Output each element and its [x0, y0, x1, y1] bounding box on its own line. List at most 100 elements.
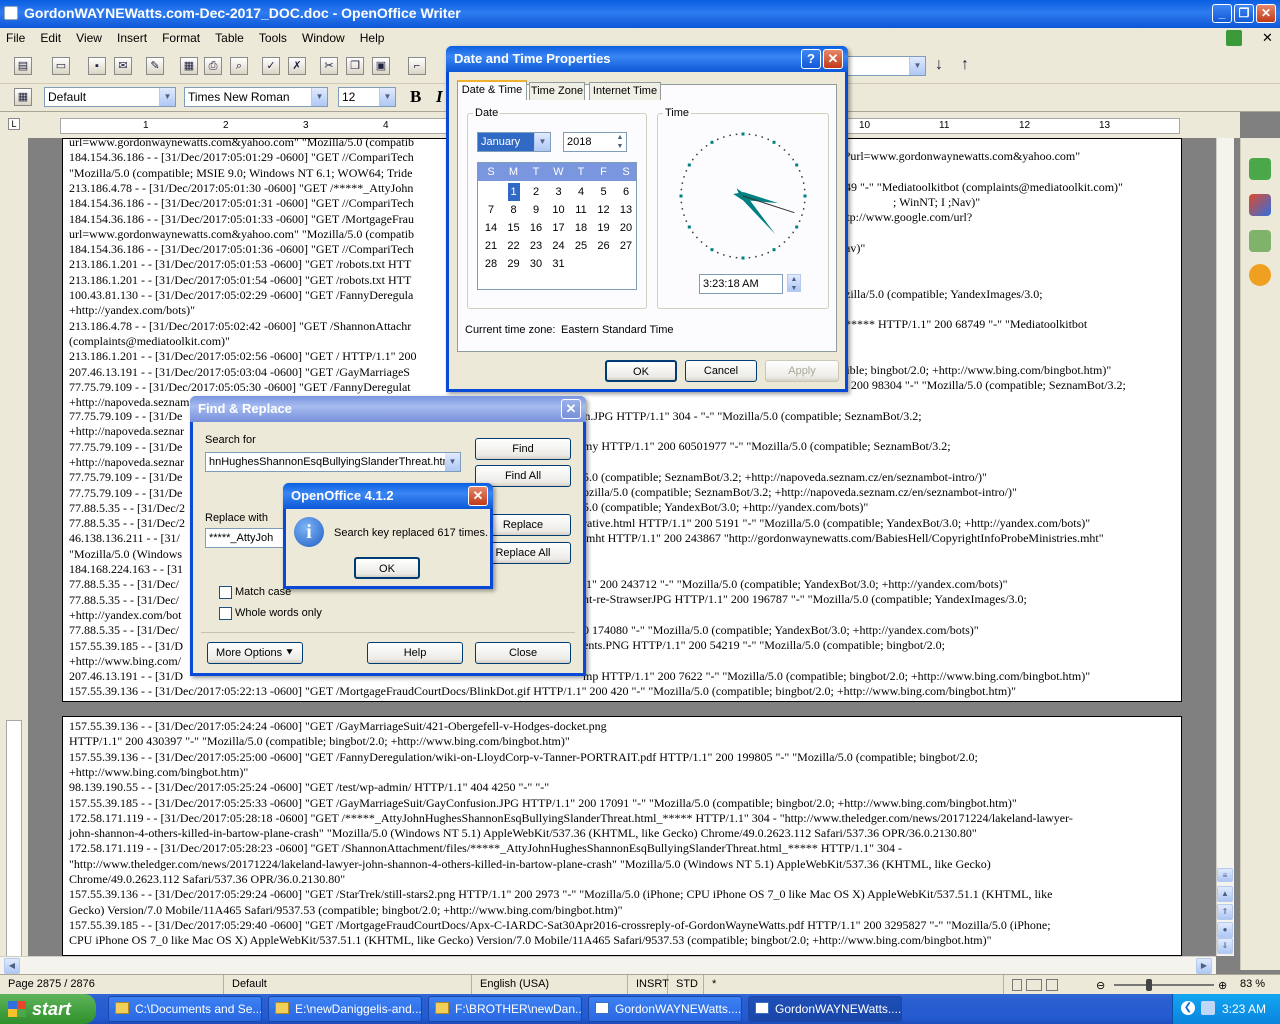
calendar-day[interactable]: 11 [570, 201, 592, 219]
format-paintbrush-icon[interactable]: ⌐ [408, 57, 426, 75]
page-count[interactable]: Page 2875 / 2876 [0, 975, 224, 995]
menu-window[interactable]: Window [296, 28, 351, 48]
spinner-arrows-icon[interactable]: ▲ ▼ [614, 133, 626, 151]
scroll-up-arrow-icon[interactable]: ▲ [1217, 886, 1233, 902]
styles-formatting-icon[interactable]: ▦ [14, 88, 32, 106]
tab-internet-time[interactable]: Internet Time [589, 82, 661, 100]
find-toolbar-combo[interactable]: ▼ [846, 56, 926, 76]
calendar-day[interactable]: 20 [615, 219, 637, 237]
close-document-icon[interactable]: ✕ [1262, 30, 1273, 46]
language-status[interactable]: English (USA) [472, 975, 628, 995]
calendar-day[interactable]: 24 [548, 237, 570, 255]
calendar-day[interactable]: 31 [548, 255, 570, 273]
font-size-combo[interactable]: 12 ▼ [338, 87, 396, 107]
close-button[interactable]: Close [475, 642, 571, 664]
calendar-day[interactable]: 12 [593, 201, 615, 219]
calendar-day[interactable]: 26 [593, 237, 615, 255]
chevron-down-icon[interactable]: ▼ [379, 88, 395, 106]
calendar-day[interactable]: 25 [570, 237, 592, 255]
chevron-down-icon[interactable]: ▼ [534, 133, 550, 151]
network-icon[interactable] [1201, 1001, 1215, 1015]
menu-file[interactable]: File [0, 28, 31, 48]
dialog-close-button[interactable]: ✕ [561, 399, 581, 419]
calendar-day[interactable]: 19 [593, 219, 615, 237]
calendar-day[interactable]: 13 [615, 201, 637, 219]
navigator-icon[interactable]: ● [1217, 922, 1233, 938]
italic-button[interactable]: I [436, 87, 443, 107]
bold-button[interactable]: B [410, 87, 421, 107]
gallery-icon[interactable] [1249, 230, 1271, 252]
cancel-button[interactable]: Cancel [685, 360, 757, 382]
calendar-day[interactable]: 21 [480, 237, 502, 255]
zoom-slider[interactable]: ⊖ ⊕ [1096, 977, 1232, 993]
calendar-day[interactable]: 3 [548, 183, 570, 201]
scroll-left-arrow-icon[interactable]: ◀ [4, 958, 20, 974]
save-icon[interactable]: ▪ [88, 57, 106, 75]
zoom-level[interactable]: 83 % [1240, 975, 1265, 994]
calendar-day[interactable]: 29 [503, 255, 525, 273]
document-page[interactable]: 157.55.39.136 - - [31/Dec/2017:05:24:24 … [62, 716, 1182, 956]
chevron-down-icon[interactable]: ▼ [445, 453, 460, 471]
calendar-day[interactable]: 28 [480, 255, 502, 273]
tab-time-zone[interactable]: Time Zone [529, 82, 585, 100]
scroll-right-arrow-icon[interactable]: ▶ [1196, 958, 1212, 974]
system-clock[interactable]: 3:23 AM [1222, 1002, 1266, 1016]
maximize-button[interactable]: ❐ [1234, 4, 1254, 23]
calendar-day[interactable]: 18 [570, 219, 592, 237]
menu-view[interactable]: View [70, 28, 108, 48]
taskbar-item-writer[interactable]: GordonWAYNEWatts.... [588, 996, 742, 1022]
open-folder-icon[interactable]: ▭ [52, 57, 70, 75]
calendar-day[interactable]: 10 [548, 201, 570, 219]
tab-date-time[interactable]: Date & Time [457, 80, 527, 100]
chevron-down-icon[interactable]: ▼ [311, 88, 327, 106]
calendar-day[interactable]: 4 [570, 183, 592, 201]
paste-icon[interactable]: ▣ [372, 57, 390, 75]
taskbar-item-explorer-3[interactable]: F:\BROTHER\newDan... [428, 996, 582, 1022]
scroll-thumb[interactable]: ≡ [1217, 868, 1233, 882]
copy-icon[interactable]: ❐ [346, 57, 364, 75]
search-input[interactable]: hnHughesShannonEsqBullyingSlanderThreat.… [205, 452, 461, 472]
calendar-day[interactable]: 1 [507, 183, 520, 201]
menu-edit[interactable]: Edit [34, 28, 67, 48]
chevron-down-icon[interactable]: ▼ [909, 57, 925, 75]
page-style[interactable]: Default [224, 975, 472, 995]
view-layout-icon[interactable] [1012, 979, 1064, 991]
calendar-day[interactable]: 14 [480, 219, 502, 237]
print-preview-icon[interactable]: ⌕ [230, 57, 248, 75]
minimize-button[interactable]: _ [1212, 4, 1232, 23]
find-next-arrow-icon[interactable]: ↓ [930, 57, 948, 75]
time-input[interactable]: 3:23:18 AM [699, 274, 783, 294]
menu-insert[interactable]: Insert [111, 28, 153, 48]
vertical-scrollbar[interactable]: ≡ ▲ ⇑ ● ⇓ [1216, 138, 1234, 956]
navigator-compass-icon[interactable] [1249, 264, 1271, 286]
properties-icon[interactable] [1249, 158, 1271, 180]
apply-button[interactable]: Apply [765, 360, 839, 382]
calendar-day[interactable]: 27 [615, 237, 637, 255]
calendar-day[interactable]: 9 [525, 201, 547, 219]
edit-mode-icon[interactable]: ✎ [146, 57, 164, 75]
whole-words-checkbox[interactable] [219, 607, 232, 620]
calendar-day[interactable]: 16 [525, 219, 547, 237]
new-document-icon[interactable]: ▤ [14, 57, 32, 75]
help-button[interactable]: ? [801, 49, 821, 69]
menu-tools[interactable]: Tools [253, 28, 293, 48]
dialog-close-button[interactable]: ✕ [823, 49, 843, 69]
download-update-icon[interactable] [1226, 30, 1242, 46]
paragraph-style-combo[interactable]: Default ▼ [44, 87, 176, 107]
ok-button[interactable]: OK [605, 360, 677, 382]
print-icon[interactable]: ⎙ [204, 57, 222, 75]
vertical-ruler[interactable] [6, 720, 22, 960]
taskbar-item-explorer-1[interactable]: C:\Documents and Se... [108, 996, 262, 1022]
taskbar-item-writer-active[interactable]: GordonWAYNEWatts.... [748, 996, 902, 1022]
tab-stop-selector[interactable]: L [8, 118, 20, 130]
selection-mode[interactable]: STD [668, 975, 704, 995]
calendar-day[interactable]: 23 [525, 237, 547, 255]
more-options-button[interactable]: More Options ⯆ [207, 642, 303, 664]
close-window-button[interactable]: ✕ [1256, 4, 1276, 23]
chevron-down-icon[interactable]: ▼ [159, 88, 175, 106]
month-select[interactable]: January ▼ [477, 132, 551, 152]
calendar-day[interactable]: 22 [503, 237, 525, 255]
find-button[interactable]: Find [475, 438, 571, 460]
horizontal-scrollbar[interactable]: ◀ ▶ [0, 956, 1216, 974]
calendar-grid[interactable]: S M T W T F S 1 2 3 4 5 6 7 8 9 10 11 12 13 14 15 16 17 18 19 20 21… [477, 162, 637, 290]
